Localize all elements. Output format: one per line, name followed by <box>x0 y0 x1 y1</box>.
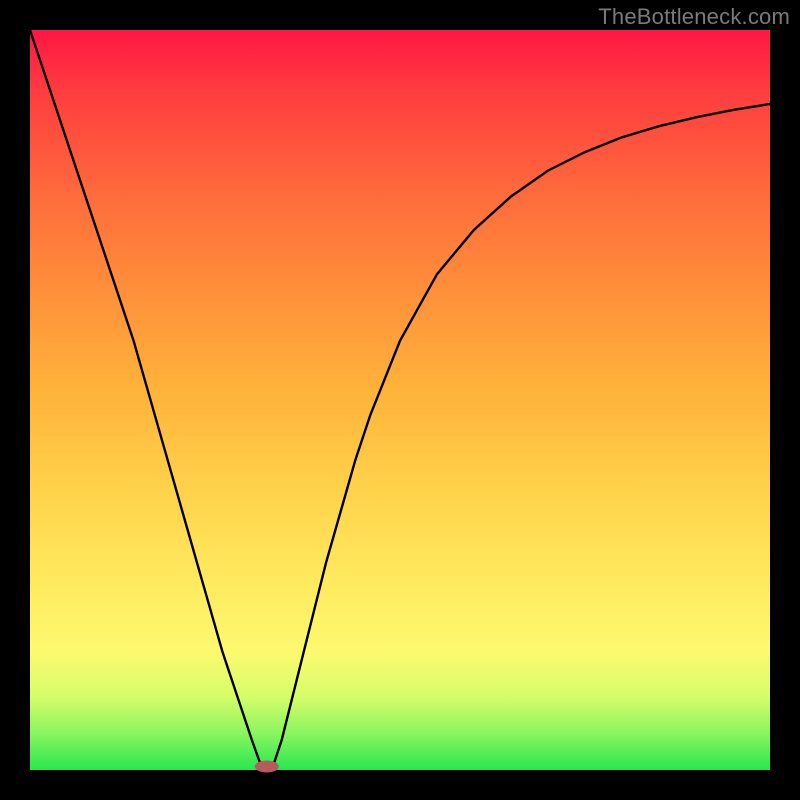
bottleneck-curve <box>30 30 770 770</box>
optimal-marker <box>255 761 279 773</box>
curve-path <box>30 30 770 769</box>
plot-area <box>30 30 770 770</box>
watermark-text: TheBottleneck.com <box>598 4 790 30</box>
chart-frame: TheBottleneck.com <box>0 0 800 800</box>
